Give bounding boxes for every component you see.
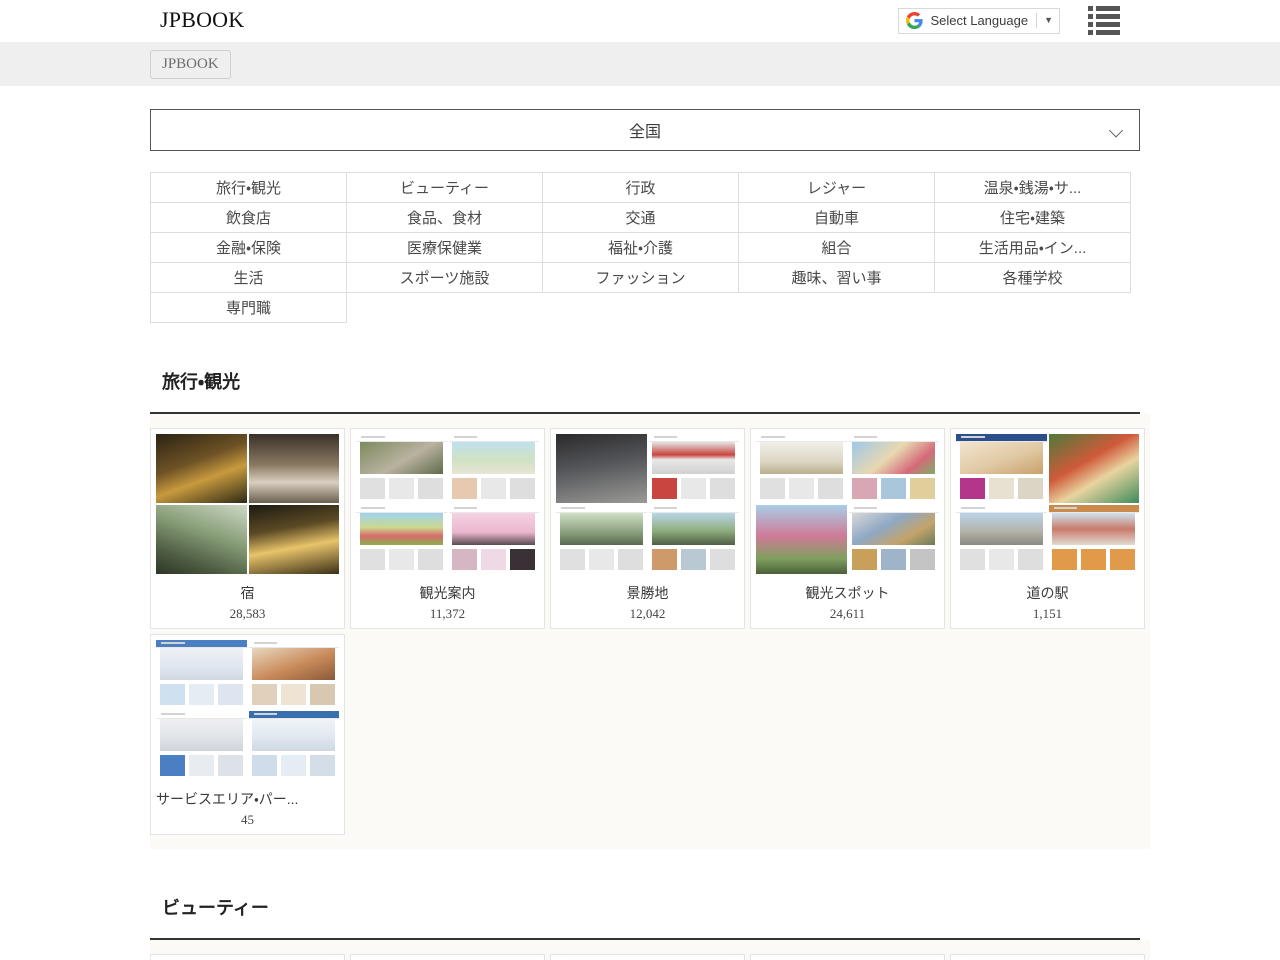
card-count: 24,611 [756,606,939,622]
menu-row [1088,6,1120,11]
thumbnail-tourism-sites-collage [356,434,539,574]
menu-row [1088,14,1120,19]
card-beauty-1[interactable] [150,954,345,960]
region-select[interactable]: 全国 [150,109,1140,151]
card-label: サービスエリア・パー... [156,789,339,809]
card-beauty-5[interactable] [950,954,1145,960]
card-grid-beauty [150,940,1150,960]
card-roadside-station[interactable]: 道の駅 1,151 [950,428,1145,629]
category-cell[interactable]: ビューティー [347,173,543,203]
category-cell[interactable]: 趣味、習い事 [739,263,935,293]
category-cell-empty [347,293,543,323]
card-beauty-2[interactable] [350,954,545,960]
category-cell[interactable]: ファッション [543,263,739,293]
category-cell[interactable]: 旅行・観光 [151,173,347,203]
category-cell[interactable]: 自動車 [739,203,935,233]
table-row: 飲食店 食品、食材 交通 自動車 住宅・建築 [151,203,1131,233]
card-label: 観光スポット [756,583,939,603]
table-row: 金融・保険 医療保健業 福祉・介護 組合 生活用品・イン... [151,233,1131,263]
category-cell-empty [935,293,1131,323]
category-cell-empty [543,293,739,323]
google-g-icon [906,12,923,29]
card-label: 観光案内 [356,583,539,603]
thumbnail-roadside-station-collage [956,434,1139,574]
thumbnail-spots-collage [756,434,939,574]
card-count: 1,151 [956,606,1139,622]
card-grid-travel: 宿 28,583 観光案内 11,372 [150,414,1150,849]
category-cell-empty [739,293,935,323]
category-cell[interactable]: 交通 [543,203,739,233]
card-tourist-information[interactable]: 観光案内 11,372 [350,428,545,629]
card-label: 景勝地 [556,583,739,603]
header-right-group: Select Language ▼ [898,6,1120,35]
category-cell[interactable]: 温泉・銭湯・サ... [935,173,1131,203]
card-inn[interactable]: 宿 28,583 [150,428,345,629]
breadcrumb: JPBOOK [0,42,1280,86]
card-sightseeing-spot[interactable]: 観光スポット 24,611 [750,428,945,629]
google-translate-widget[interactable]: Select Language ▼ [898,8,1060,34]
category-cell[interactable]: 住宅・建築 [935,203,1131,233]
category-cell[interactable]: スポーツ施設 [347,263,543,293]
card-label: 道の駅 [956,583,1139,603]
card-scenic-spot[interactable]: 景勝地 12,042 [550,428,745,629]
card-label: 宿 [156,583,339,603]
card-beauty-4[interactable] [750,954,945,960]
category-cell[interactable]: レジャー [739,173,935,203]
list-menu-icon[interactable] [1088,6,1120,35]
category-cell[interactable]: 食品、食材 [347,203,543,233]
category-cell[interactable]: 専門職 [151,293,347,323]
site-brand[interactable]: JPBOOK [160,7,244,33]
table-row: 専門職 [151,293,1131,323]
region-select-value: 全国 [629,118,661,142]
category-cell[interactable]: 組合 [739,233,935,263]
category-cell[interactable]: 各種学校 [935,263,1131,293]
breadcrumb-item-jpbook[interactable]: JPBOOK [150,50,231,79]
chevron-down-icon[interactable]: ▼ [1044,16,1053,25]
card-beauty-3[interactable] [550,954,745,960]
thumbnail-scenic-sites-collage [556,434,739,574]
category-table-body: 旅行・観光 ビューティー 行政 レジャー 温泉・銭湯・サ... 飲食店 食品、食… [151,173,1131,323]
category-cell[interactable]: 生活用品・イン... [935,233,1131,263]
table-row: 旅行・観光 ビューティー 行政 レジャー 温泉・銭湯・サ... [151,173,1131,203]
translate-separator [1036,13,1037,28]
table-row: 生活 スポーツ施設 ファッション 趣味、習い事 各種学校 [151,263,1131,293]
site-header: JPBOOK Select Language ▼ [0,0,1280,42]
menu-row [1088,30,1120,35]
menu-row [1088,22,1120,27]
card-count: 12,042 [556,606,739,622]
section-title-beauty: ビューティー [162,894,1140,920]
card-service-area[interactable]: サービスエリア・パー... 45 [150,634,345,835]
category-cell[interactable]: 生活 [151,263,347,293]
category-cell[interactable]: 飲食店 [151,203,347,233]
category-cell[interactable]: 金融・保険 [151,233,347,263]
thumbnail-service-area-collage [156,640,339,780]
translate-label: Select Language [930,13,1028,28]
category-table: 旅行・観光 ビューティー 行政 レジャー 温泉・銭湯・サ... 飲食店 食品、食… [150,172,1131,323]
card-count: 45 [156,812,339,828]
card-count: 11,372 [356,606,539,622]
chevron-down-icon [1110,124,1123,137]
category-cell[interactable]: 行政 [543,173,739,203]
main-content: 全国 旅行・観光 ビューティー 行政 レジャー 温泉・銭湯・サ... 飲食店 食… [150,109,1140,960]
category-cell[interactable]: 福祉・介護 [543,233,739,263]
card-count: 28,583 [156,606,339,622]
thumbnail-ryokan-collage [156,434,339,574]
page-root: JPBOOK Select Language ▼ [0,0,1280,960]
section-title-travel: 旅行・観光 [162,368,1140,394]
category-cell[interactable]: 医療保健業 [347,233,543,263]
